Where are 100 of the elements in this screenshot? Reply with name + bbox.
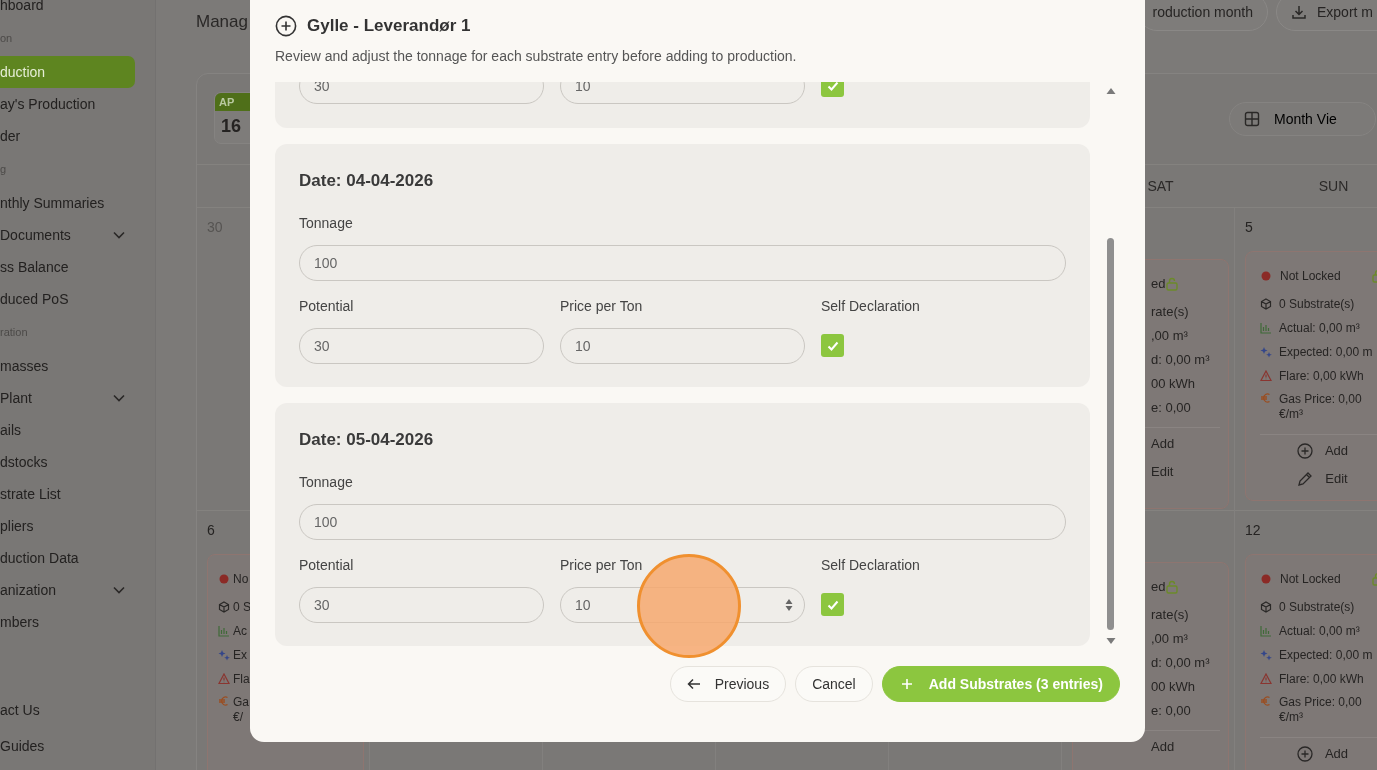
sidebar-item[interactable]: ails <box>0 414 135 446</box>
month-view-button[interactable]: Month Vie <box>1229 102 1376 136</box>
stat-text: d: 0,00 m³ <box>1151 654 1210 673</box>
cube-icon <box>218 601 230 613</box>
sidebar-item[interactable]: hboard <box>0 0 135 21</box>
export-button[interactable]: Export m <box>1276 0 1377 31</box>
sidebar-item[interactable]: duction <box>0 56 135 88</box>
stat-text: ,00 m³ <box>1151 630 1188 649</box>
arrow-left-icon <box>686 678 701 690</box>
field-label: Price per Ton <box>560 297 644 315</box>
checkmark-icon <box>825 82 840 93</box>
checkbox[interactable] <box>821 593 844 616</box>
cube-icon <box>1260 298 1272 310</box>
add-link[interactable]: Add <box>1260 437 1377 465</box>
stat-text: 0 Substrate(s) <box>1279 296 1355 313</box>
pencil-icon <box>1297 471 1314 487</box>
field-label: Self Declaration <box>821 297 921 315</box>
sidebar-item[interactable]: strate List <box>0 478 135 510</box>
stat-text: ,00 m³ <box>1151 327 1188 346</box>
stat-text: rate(s) <box>1151 303 1189 322</box>
field-label: Potential <box>299 556 355 574</box>
stat-text: Flare: 0,00 kWh <box>1279 368 1364 385</box>
sidebar-item[interactable]: dstocks <box>0 446 135 478</box>
sidebar-item[interactable]: ss Balance <box>0 251 135 283</box>
stat-text: Expected: 0,00 m <box>1279 647 1373 664</box>
add-substrates-button[interactable]: Add Substrates (3 entries) <box>881 666 1120 702</box>
day-number: 5 <box>1245 218 1253 237</box>
sparkle-icon <box>1260 346 1272 358</box>
input-field[interactable]: 100 <box>299 504 1066 540</box>
chevron-down-icon <box>113 394 125 402</box>
stat-text: Flare: 0,00 kWh <box>1279 671 1364 688</box>
weekday-label: SAT <box>1147 176 1174 196</box>
edit-link[interactable]: Edit <box>1260 465 1377 493</box>
day-label: 16 <box>220 115 243 138</box>
stat-text: 0 Substrate(s) <box>1279 599 1355 616</box>
stat-text: Expected: 0,00 m <box>1279 344 1373 361</box>
dialog-title: Gylle - Leverandør 1 <box>307 15 471 38</box>
add-link[interactable]: Add <box>1087 733 1220 761</box>
chevron-down-icon <box>113 231 125 239</box>
download-icon <box>1291 4 1307 20</box>
entry-date: Date: 04-04-2026 <box>299 170 435 192</box>
stat-text: Actual: 0,00 m³ <box>1279 623 1360 640</box>
sidebar-item[interactable]: pliers <box>0 510 135 542</box>
sidebar-item[interactable]: nthly Summaries <box>0 187 135 219</box>
cube-icon <box>1260 601 1272 613</box>
stat-text: 0 S <box>233 599 250 616</box>
euro-icon <box>1260 392 1272 404</box>
stat-text: Ex <box>233 647 248 664</box>
input-field[interactable]: 100 <box>299 245 1066 281</box>
plus-circle-icon <box>275 15 297 37</box>
sidebar-item[interactable]: anization <box>0 574 135 606</box>
input-field[interactable]: 30 <box>299 82 544 104</box>
stat-text: Actual: 0,00 m³ <box>1279 320 1360 337</box>
checkbox[interactable] <box>821 334 844 357</box>
field-label: Self Declaration <box>821 556 921 574</box>
bar-chart-icon <box>1260 625 1272 637</box>
stat-text: 00 kWh <box>1151 678 1196 697</box>
sidebar-item[interactable]: Documents <box>0 219 135 251</box>
field-label: Tonnage <box>299 214 354 232</box>
status-label: ed <box>1151 275 1166 294</box>
field-label: Potential <box>299 297 355 315</box>
weekday-label: SUN <box>1318 176 1349 196</box>
status-label: Not Locked <box>1280 268 1341 285</box>
previous-button[interactable]: Previous <box>669 666 787 702</box>
input-field[interactable]: 10 <box>560 328 805 364</box>
stat-text: Gas Price: 0,00 €/m³ <box>1279 392 1363 422</box>
status-label: Not Locked <box>1280 571 1341 588</box>
scrollbar-thumb[interactable] <box>1107 238 1114 630</box>
add-link[interactable]: Add <box>1260 740 1377 768</box>
stat-text: Fla <box>233 671 250 688</box>
warning-icon <box>1260 673 1272 685</box>
field-label: Price per Ton <box>560 556 644 574</box>
sidebar-item[interactable]: Guides <box>0 728 135 764</box>
sidebar-item[interactable]: duction Data <box>0 542 135 574</box>
sidebar-item[interactable]: masses <box>0 350 135 382</box>
status-label: No <box>233 571 250 588</box>
bar-chart-icon <box>1260 322 1272 334</box>
stat-text: rate(s) <box>1151 606 1189 625</box>
sidebar-item[interactable]: Plant <box>0 382 135 414</box>
input-field[interactable]: 30 <box>299 328 544 364</box>
sidebar-item[interactable]: ay's Production <box>0 88 135 120</box>
euro-icon <box>218 695 230 707</box>
cancel-button[interactable]: Cancel <box>795 666 873 702</box>
euro-icon <box>1260 695 1272 707</box>
scroll-down-arrow-icon <box>1106 637 1116 645</box>
input-field[interactable]: 30 <box>299 587 544 623</box>
stat-text: d: 0,00 m³ <box>1151 351 1210 370</box>
field-label: Tonnage <box>299 473 354 491</box>
sidebar-item[interactable]: mbers <box>0 606 135 638</box>
plus-circle-icon <box>1296 443 1313 459</box>
page-title: Manag <box>196 11 248 33</box>
input-field[interactable]: 10 <box>560 82 805 104</box>
dialog-description: Review and adjust the tonnage for each substrate entry before adding to production. <box>275 47 798 66</box>
grid-icon <box>1244 111 1260 127</box>
entry-date: Date: 05-04-2026 <box>299 429 435 451</box>
warning-icon <box>218 673 230 685</box>
stat-text: e: 0,00 <box>1151 400 1191 415</box>
sidebar-item[interactable]: der <box>0 120 135 152</box>
sidebar-item[interactable]: duced PoS <box>0 283 135 315</box>
sidebar-item[interactable]: act Us <box>0 692 135 728</box>
